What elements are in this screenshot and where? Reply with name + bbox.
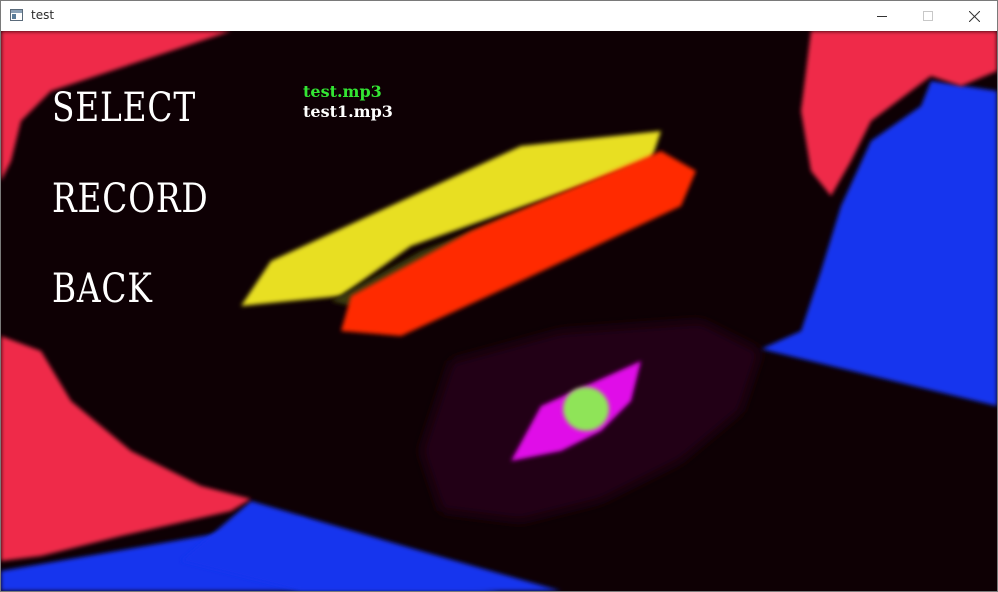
menu-back-button[interactable]: BACK [52, 269, 153, 309]
minimize-button[interactable] [859, 1, 905, 31]
menu-select-button[interactable]: SELECT [52, 88, 196, 128]
menu-record-button[interactable]: RECORD [52, 179, 209, 219]
window-title: test [31, 8, 55, 22]
app-window-icon [10, 9, 23, 21]
close-button[interactable] [951, 1, 997, 31]
file-list-item[interactable]: test1.mp3 [303, 104, 393, 120]
maximize-icon [923, 11, 933, 21]
green-pupil [563, 387, 609, 431]
minimize-icon [877, 16, 887, 17]
close-icon [968, 10, 980, 22]
file-list-item-selected[interactable]: test.mp3 [303, 84, 382, 100]
app-window: test SELECT RECORD BACK test.mp3 test1.m… [0, 0, 998, 592]
title-bar[interactable]: test [1, 1, 997, 31]
game-canvas: SELECT RECORD BACK test.mp3 test1.mp3 [1, 31, 997, 591]
maximize-button[interactable] [905, 1, 951, 31]
